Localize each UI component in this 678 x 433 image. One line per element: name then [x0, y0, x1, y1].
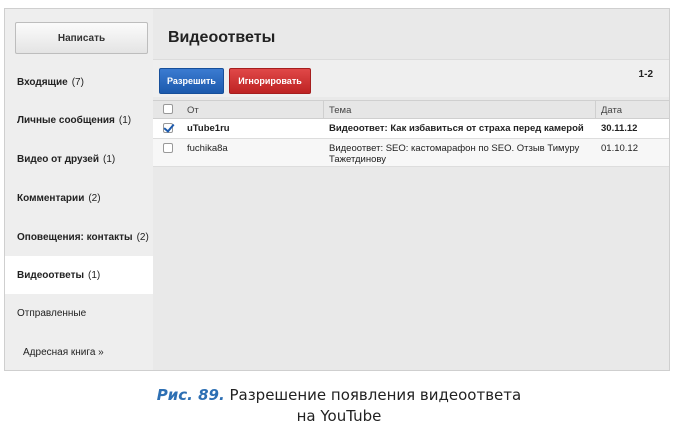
- toolbar: Разрешить Игнорировать 1-2: [153, 59, 669, 97]
- compose-button[interactable]: Написать: [15, 22, 148, 54]
- sidebar-item-count: (1): [118, 114, 132, 126]
- sidebar-item-count: (1): [88, 269, 101, 281]
- sidebar-item-friends-videos[interactable]: Видео от друзей (1): [5, 140, 153, 178]
- row-sender: fuchika8a: [187, 143, 228, 154]
- sidebar-item-count: (2): [88, 192, 101, 204]
- sidebar-item-label: Комментарии: [17, 192, 85, 204]
- sidebar-item-inbox[interactable]: Входящие (7): [5, 63, 153, 101]
- main-panel: Видеоответы Разрешить Игнорировать 1-2 О…: [153, 9, 669, 370]
- sidebar-item-count: (1): [103, 153, 116, 165]
- sidebar-item-contact-alerts[interactable]: Оповещения: контакты (2): [5, 218, 153, 256]
- table-row[interactable]: uTube1ru Видеоответ: Как избавиться от с…: [153, 119, 669, 139]
- row-date: 01.10.12: [601, 143, 638, 154]
- mail-window: Написать Входящие (7) Личные сообщения (…: [4, 8, 670, 371]
- column-header-from[interactable]: От: [187, 105, 199, 116]
- address-book-label: Адресная книга »: [23, 346, 104, 358]
- sidebar-item-video-responses[interactable]: Видеоответы (1): [5, 256, 153, 294]
- row-subject: Видеоответ: Как избавиться от страха пер…: [329, 123, 584, 134]
- messages-table: От Тема Дата uTube1ru Видеоответ: Как из…: [153, 100, 669, 167]
- table-header: От Тема Дата: [153, 100, 669, 119]
- column-divider: [323, 101, 324, 118]
- table-row[interactable]: fuchika8a Видеоответ: SEO: кастомарафон …: [153, 139, 669, 167]
- row-checkbox[interactable]: [163, 143, 173, 153]
- sidebar-item-label: Оповещения: контакты: [17, 231, 133, 243]
- sidebar-item-label: Отправленные: [17, 307, 87, 319]
- caption-line-1: Разрешение появления видеоответа: [229, 386, 522, 404]
- pagination-count: 1-2: [638, 69, 653, 80]
- page-title: Видеоответы: [168, 29, 276, 46]
- sidebar-item-comments[interactable]: Комментарии (2): [5, 179, 153, 217]
- sidebar-item-count: (2): [136, 231, 149, 243]
- row-checkbox[interactable]: [163, 123, 173, 133]
- caption-line-2: на YouTube: [296, 407, 382, 425]
- column-header-subject[interactable]: Тема: [329, 105, 351, 116]
- sidebar-item-count: (7): [71, 76, 84, 88]
- row-subject: Видеоответ: SEO: кастомарафон по SEO. От…: [329, 143, 580, 165]
- sidebar-item-sent[interactable]: Отправленные: [5, 294, 153, 332]
- column-header-date[interactable]: Дата: [601, 105, 622, 116]
- sidebar: Написать Входящие (7) Личные сообщения (…: [5, 9, 153, 370]
- row-date: 30.11.12: [601, 123, 638, 134]
- address-book-link[interactable]: Адресная книга »: [5, 333, 153, 371]
- sidebar-item-personal-messages[interactable]: Личные сообщения (1): [5, 101, 153, 139]
- sidebar-item-label: Видео от друзей: [17, 153, 100, 165]
- column-divider: [595, 101, 596, 118]
- sidebar-item-label: Личные сообщения: [17, 114, 115, 126]
- allow-button[interactable]: Разрешить: [159, 68, 224, 94]
- figure-number: Рис. 89.: [156, 386, 225, 404]
- select-all-checkbox[interactable]: [163, 104, 173, 114]
- ignore-button[interactable]: Игнорировать: [229, 68, 311, 94]
- figure-caption-continued: на YouTube: [0, 407, 678, 425]
- row-sender: uTube1ru: [187, 123, 230, 134]
- sidebar-item-label: Видеоответы: [17, 269, 85, 281]
- figure-caption: Рис. 89. Разрешение появления видеоответ…: [0, 386, 678, 404]
- sidebar-item-label: Входящие: [17, 76, 68, 88]
